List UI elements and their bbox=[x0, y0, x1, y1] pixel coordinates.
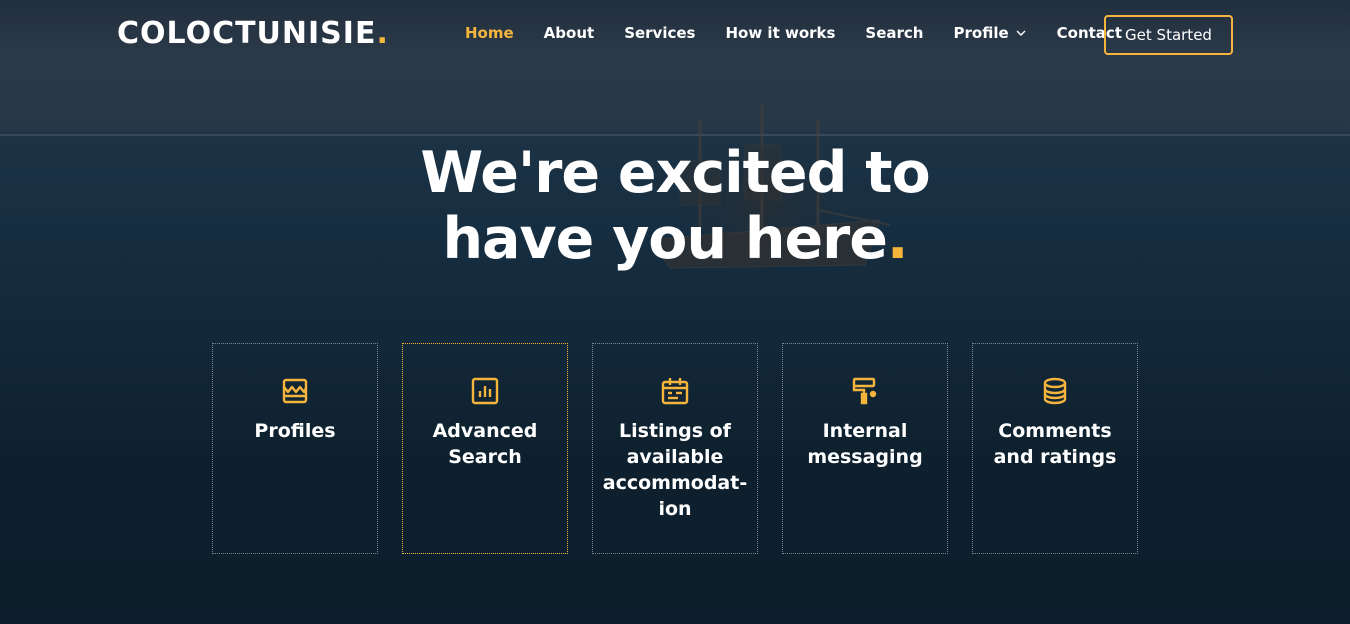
feature-cards: Profiles Advanced Search Listings of ava… bbox=[212, 343, 1138, 554]
navbar: COLOCTUNISIE. Home About Services How it… bbox=[0, 0, 1350, 70]
nav-how-it-works[interactable]: How it works bbox=[710, 24, 850, 42]
store-icon bbox=[282, 378, 308, 404]
feature-card-comments[interactable]: Comments and ratings bbox=[972, 343, 1138, 554]
bar-chart-icon bbox=[471, 377, 499, 405]
feature-title: Comments and ratings bbox=[993, 420, 1117, 468]
feature-card-advanced-search[interactable]: Advanced Search bbox=[402, 343, 568, 554]
get-started-button[interactable]: Get Started bbox=[1104, 15, 1233, 55]
calendar-icon bbox=[661, 378, 689, 405]
nav-profile-dropdown[interactable]: Profile bbox=[939, 24, 1042, 42]
hero-dot: . bbox=[886, 206, 909, 272]
database-icon bbox=[1043, 377, 1067, 405]
feature-card-messaging[interactable]: Internal messaging bbox=[782, 343, 948, 554]
nav-profile-label: Profile bbox=[953, 24, 1009, 42]
feature-title: Advanced Search bbox=[432, 420, 538, 468]
feature-card-profiles[interactable]: Profiles bbox=[212, 343, 378, 554]
hero-line-2: have you here bbox=[442, 206, 887, 272]
hero-line-1: We're excited to bbox=[420, 140, 930, 206]
nav-search[interactable]: Search bbox=[850, 24, 938, 42]
nav-about[interactable]: About bbox=[529, 24, 610, 42]
feature-title: Profiles bbox=[254, 420, 336, 442]
feature-title: Listings of available accommodat-ion bbox=[602, 420, 748, 520]
feature-card-listings[interactable]: Listings of available accommodat-ion bbox=[592, 343, 758, 554]
brand-name: COLOCTUNISIE bbox=[117, 16, 377, 51]
brand-logo[interactable]: COLOCTUNISIE. bbox=[117, 16, 389, 51]
hero-headline: We're excited to have you here. bbox=[0, 140, 1350, 272]
brand-dot: . bbox=[376, 16, 389, 51]
nav-menu: Home About Services How it works Search … bbox=[450, 24, 1137, 42]
nav-home[interactable]: Home bbox=[450, 24, 529, 42]
feature-title: Internal messaging bbox=[807, 420, 923, 468]
nav-services[interactable]: Services bbox=[609, 24, 710, 42]
chevron-down-icon bbox=[1016, 30, 1026, 36]
paint-roller-icon bbox=[852, 377, 877, 405]
